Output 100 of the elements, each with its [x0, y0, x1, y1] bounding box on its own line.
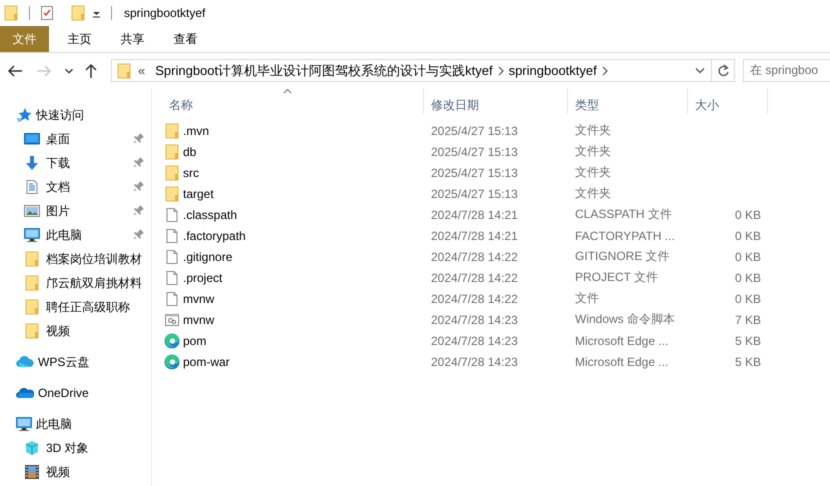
nav-item[interactable]: 视频	[0, 460, 70, 484]
cloud-icon	[16, 354, 34, 370]
folder-icon	[70, 5, 86, 21]
file-type: 文件夹	[574, 185, 612, 202]
checked-document-icon	[40, 5, 54, 21]
nav-item[interactable]: 3D 对象	[0, 436, 89, 460]
modified-date: 2025/4/27 15:13	[430, 186, 519, 200]
nav-item[interactable]: 此电脑	[0, 412, 72, 436]
file-icon	[164, 206, 180, 222]
nav-item[interactable]: WPS云盘	[0, 350, 90, 374]
window-title: springbootktyef	[124, 6, 206, 20]
back-arrow-icon	[7, 62, 23, 78]
computer-icon	[24, 227, 40, 243]
cube-icon	[24, 440, 40, 456]
file-type: 文件	[574, 290, 600, 307]
overflow-crumb[interactable]: «	[132, 63, 152, 78]
folder-icon	[24, 275, 40, 291]
file-type: 文件夹	[574, 164, 612, 181]
modified-date: 2025/4/27 15:13	[430, 144, 519, 158]
folder-icon	[164, 164, 180, 180]
modified-date: 2024/7/28 14:23	[430, 354, 519, 368]
cloud-icon	[16, 385, 34, 401]
file-name[interactable]: mvnw	[183, 312, 214, 326]
breadcrumb[interactable]: springbootktyef	[504, 63, 601, 78]
chevron-down-icon	[695, 66, 705, 74]
nav-item[interactable]: 邝云航双肩挑材料	[0, 271, 142, 295]
column-header[interactable]: 修改日期	[424, 88, 568, 114]
modified-date: 2024/7/28 14:21	[430, 208, 519, 222]
file-type: PROJECT 文件	[574, 269, 660, 286]
file-size: 0 KB	[734, 250, 762, 264]
nav-item[interactable]: 此电脑	[0, 223, 82, 247]
file-name[interactable]: .factorypath	[183, 228, 246, 242]
file-name[interactable]: pom	[183, 334, 206, 348]
file-name[interactable]: pom-war	[183, 354, 230, 368]
modified-date: 2024/7/28 14:22	[430, 250, 519, 264]
file-name[interactable]: .classpath	[183, 208, 238, 222]
edge-browser-icon	[164, 354, 180, 370]
ribbon-tab[interactable]: 文件	[0, 26, 49, 52]
nav-item[interactable]: 文档	[0, 175, 70, 199]
file-name[interactable]: target	[183, 186, 214, 200]
column-header[interactable]: 类型	[568, 88, 688, 114]
folder-icon	[164, 122, 180, 138]
nav-item[interactable]: 桌面	[0, 127, 70, 151]
monitor-icon	[24, 131, 40, 147]
nav-item[interactable]: 档案岗位培训教材	[0, 247, 142, 271]
file-size: 0 KB	[734, 292, 762, 306]
file-type: Microsoft Edge ...	[574, 354, 670, 368]
film-icon	[24, 464, 40, 480]
folder-icon	[164, 186, 180, 202]
file-size: 0 KB	[734, 228, 762, 242]
file-type: Microsoft Edge ...	[574, 334, 670, 348]
modified-date: 2024/7/28 14:22	[430, 270, 519, 284]
file-size: 7 KB	[734, 312, 762, 326]
modified-date: 2024/7/28 14:23	[430, 312, 519, 326]
picture-icon	[24, 203, 40, 219]
nav-item[interactable]: 聘任正高级职称	[0, 295, 130, 319]
modified-date: 2024/7/28 14:23	[430, 334, 519, 348]
modified-date: 2025/4/27 15:13	[430, 166, 519, 180]
modified-date: 2024/7/28 14:22	[430, 292, 519, 306]
modified-date: 2024/7/28 14:21	[430, 228, 519, 242]
file-name[interactable]: db	[183, 144, 196, 158]
folder-icon	[24, 323, 40, 339]
chevron-right-icon	[600, 66, 609, 76]
nav-item[interactable]: 视频	[0, 319, 70, 343]
file-name[interactable]: .project	[183, 270, 222, 284]
search-field[interactable]: 在 springboo	[743, 59, 830, 82]
file-size: 0 KB	[734, 208, 762, 222]
breadcrumb[interactable]: Springboot计算机毕业设计阿图驾校系统的设计与实践ktyef	[151, 62, 497, 80]
up-arrow-icon	[83, 62, 99, 78]
nav-item[interactable]: OneDrive	[0, 381, 89, 405]
file-type: 文件夹	[574, 143, 612, 160]
chevron-right-icon	[496, 66, 505, 76]
file-size: 5 KB	[734, 334, 762, 348]
nav-item[interactable]: 快速访问	[0, 103, 84, 127]
file-name[interactable]: .mvn	[183, 124, 210, 138]
file-icon	[164, 290, 180, 306]
file-icon	[164, 228, 180, 244]
folder-icon	[116, 62, 132, 78]
nav-item[interactable]: 下载	[0, 151, 70, 175]
address-bar[interactable]: « Springboot计算机毕业设计阿图驾校系统的设计与实践ktyef springbootktyef	[111, 59, 735, 82]
column-header[interactable]: 名称	[152, 88, 424, 114]
ribbon-tab[interactable]: 共享	[106, 26, 159, 52]
ribbon-tab[interactable]: 查看	[159, 26, 212, 52]
nav-item[interactable]: 图片	[0, 199, 70, 223]
file-type: Windows 命令脚本	[574, 311, 676, 328]
folder-icon	[3, 5, 19, 21]
folder-icon	[24, 299, 40, 315]
column-header[interactable]: 大小	[688, 88, 768, 114]
file-type: CLASSPATH 文件	[574, 206, 673, 223]
ribbon-tab[interactable]: 主页	[53, 26, 106, 52]
file-size: 5 KB	[734, 354, 762, 368]
folder-icon	[24, 251, 40, 267]
file-name[interactable]: .gitignore	[183, 250, 232, 264]
modified-date: 2025/4/27 15:13	[430, 124, 519, 138]
file-name[interactable]: mvnw	[183, 292, 214, 306]
file-name[interactable]: src	[183, 166, 199, 180]
file-type: FACTORYPATH ...	[574, 228, 676, 242]
refresh-icon	[717, 64, 729, 77]
file-type: 文件夹	[574, 122, 612, 139]
computer-icon	[16, 416, 32, 432]
